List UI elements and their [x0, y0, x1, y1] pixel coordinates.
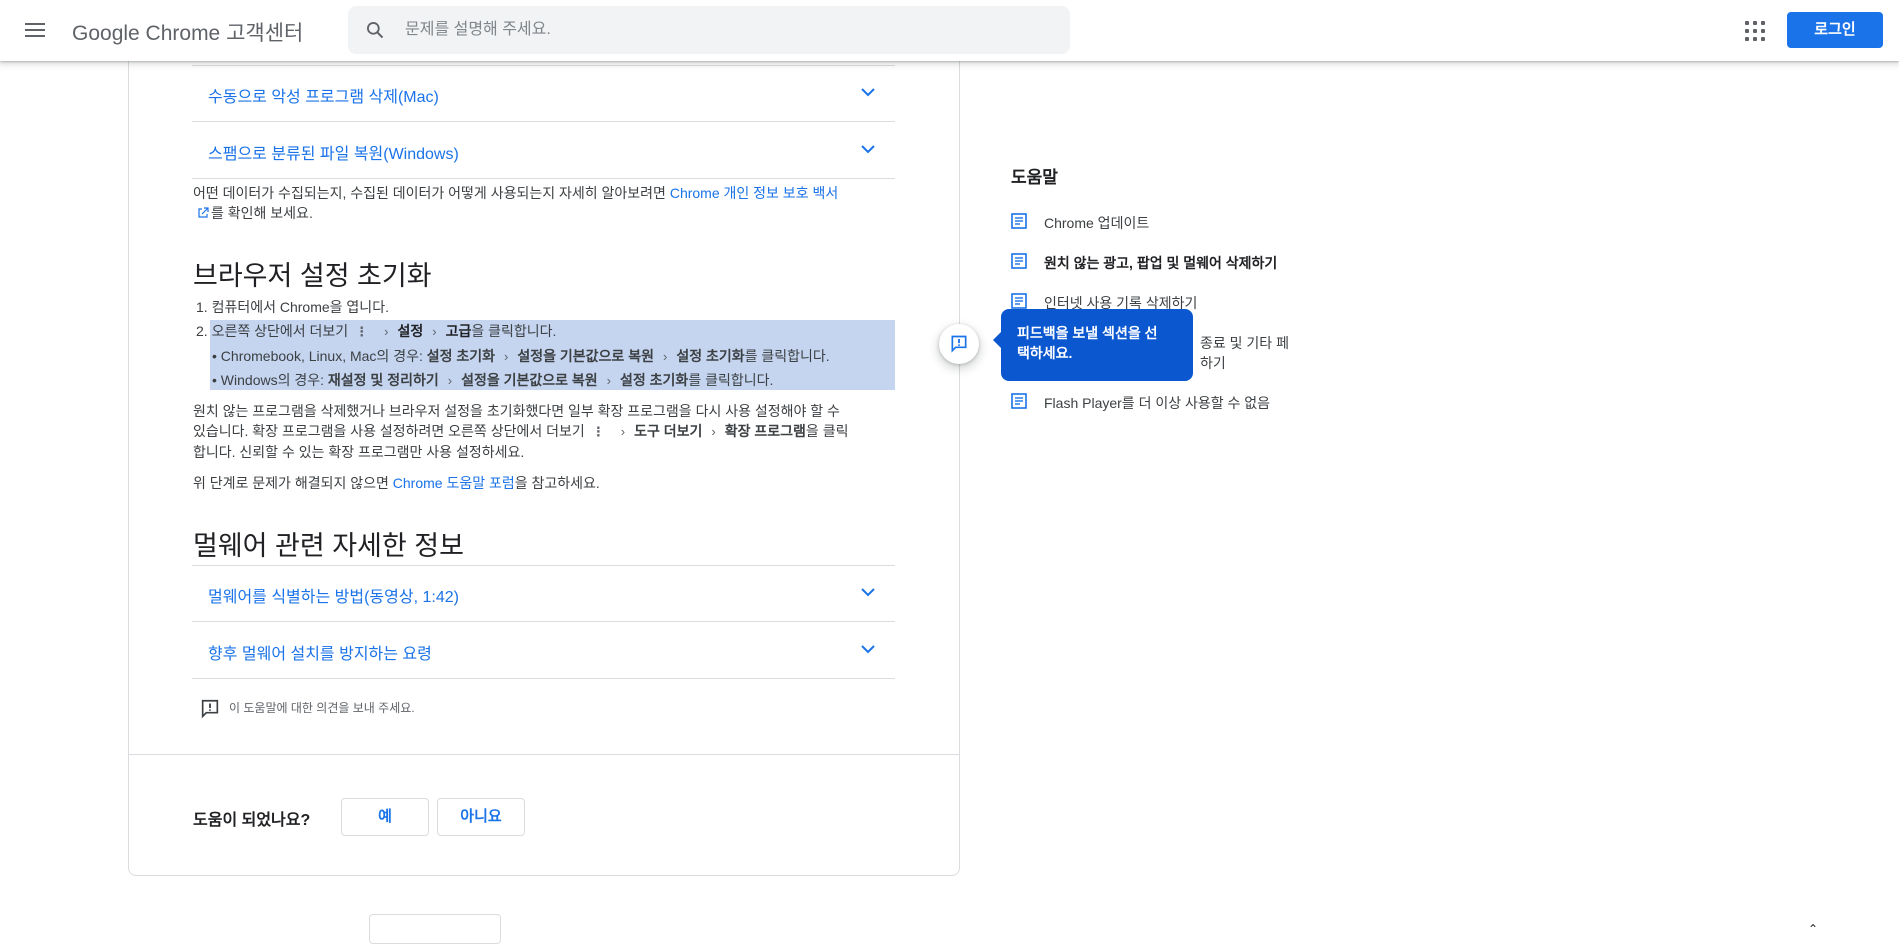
accordion-prevent-malware-tips[interactable]: 향후 멀웨어 설치를 방지하는 요령: [192, 622, 895, 679]
chevron-right-icon: ›: [606, 373, 612, 388]
chevron-right-icon: ›: [504, 349, 509, 364]
sidebar-item-label: 종료 및 기타 페: [1200, 335, 1289, 351]
substep-chromebook-linux-mac: • Chromebook, Linux, Mac의 경우: 설정 초기화 › 설정을…: [212, 348, 830, 364]
brand-title[interactable]: Google Chrome 고객센터: [72, 17, 303, 47]
accordion-label: 수동으로 악성 프로그램 삭제(Mac): [208, 89, 439, 106]
main-menu-button[interactable]: [22, 18, 48, 44]
external-link-icon: [198, 207, 209, 218]
partial-button[interactable]: [369, 914, 501, 944]
article-icon: [1011, 393, 1027, 409]
search-box[interactable]: [348, 6, 1070, 54]
substep-windows: • Windows의 경우: 재설정 및 정리하기 › 설정을 기본값으로 복원 › 설…: [212, 372, 774, 388]
accordion-label: 멀웨어를 식별하는 방법(동영상, 1:42): [208, 589, 459, 606]
accordion-identify-malware-video[interactable]: 멀웨어를 식별하는 방법(동영상, 1:42): [192, 565, 895, 622]
malware-info-heading: 멀웨어 관련 자세한 정보: [193, 531, 464, 561]
search-icon: [367, 22, 384, 39]
chevron-up-icon[interactable]: ⌃: [1808, 922, 1822, 936]
google-apps-button[interactable]: [1743, 19, 1767, 43]
divider: [128, 754, 960, 755]
chevron-right-icon: ›: [447, 373, 453, 388]
accordion-remove-malware-mac[interactable]: 수동으로 악성 프로그램 삭제(Mac): [192, 65, 895, 122]
sidebar-item-label-continued: 하기: [1200, 355, 1226, 371]
chevron-right-icon: ›: [384, 324, 389, 339]
reset-settings-heading: 브라우저 설정 초기화: [193, 261, 432, 291]
chevron-down-icon: [861, 588, 875, 597]
hamburger-icon: [25, 23, 45, 25]
sidebar-item-label: Flash Player를 더 이상 사용할 수 없음: [1044, 395, 1271, 411]
step-2: 2. 오른쪽 상단에서 더보기 ⋮ › 설정 › 고급을 클릭합니다.: [196, 323, 557, 339]
feedback-tooltip: 피드백을 보낼 섹션을 선 택하세요.: [993, 309, 1193, 381]
article-icon: [1011, 293, 1027, 309]
privacy-paragraph: 어떤 데이터가 수집되는지, 수집된 데이터가 어떻게 사용되는지 자세히 알아…: [193, 185, 839, 221]
feedback-icon: [201, 699, 219, 719]
extensions-paragraph: 원치 않는 프로그램을 삭제했거나 브라우저 설정을 초기화했다면 일부 확장 …: [193, 403, 849, 460]
step-1: 1. 컴퓨터에서 Chrome을 엽니다.: [196, 299, 389, 315]
chevron-right-icon: ›: [662, 349, 668, 364]
accordion-restore-spam-files-windows[interactable]: 스팸으로 분류된 파일 복원(Windows): [192, 122, 895, 179]
section-feedback-button[interactable]: [939, 324, 979, 364]
sidebar-item-label: Chrome 업데이트: [1044, 215, 1150, 231]
helpful-no-button[interactable]: 아니요: [437, 798, 525, 836]
forum-paragraph: 위 단계로 문제가 해결되지 않으면 Chrome 도움말 포럼을 참고하세요.: [193, 475, 600, 491]
more-vert-icon: ⋮: [355, 324, 369, 339]
login-button[interactable]: 로그인: [1787, 12, 1883, 48]
chevron-down-icon: [861, 145, 875, 154]
feedback-icon: [951, 335, 967, 353]
helpful-question: 도움이 되었나요?: [193, 812, 311, 829]
chevron-down-icon: [861, 645, 875, 654]
chevron-right-icon: ›: [711, 424, 716, 439]
top-app-bar: Google Chrome 고객센터 로그인: [0, 0, 1899, 61]
accordion-label: 향후 멀웨어 설치를 방지하는 요령: [208, 646, 432, 663]
sidebar-item-label: 원치 않는 광고, 팝업 및 멀웨어 삭제하기: [1044, 255, 1278, 271]
article-icon: [1011, 253, 1027, 269]
chevron-right-icon: ›: [620, 424, 626, 439]
chevron-right-icon: ›: [432, 324, 437, 339]
privacy-whitepaper-link[interactable]: Chrome 개인 정보 보호 백서: [670, 185, 838, 201]
article-icon: [1011, 213, 1027, 229]
search-input[interactable]: [403, 6, 1043, 54]
article-feedback-link[interactable]: 이 도움말에 대한 의견을 보내 주세요.: [199, 698, 415, 720]
sidebar-title: 도움말: [1011, 168, 1058, 187]
help-forum-link[interactable]: Chrome 도움말 포럼: [393, 475, 515, 491]
chevron-down-icon: [861, 88, 875, 97]
accordion-label: 스팸으로 분류된 파일 복원(Windows): [208, 146, 459, 163]
helpful-yes-button[interactable]: 예: [341, 798, 429, 836]
more-vert-icon: ⋮: [591, 424, 605, 439]
